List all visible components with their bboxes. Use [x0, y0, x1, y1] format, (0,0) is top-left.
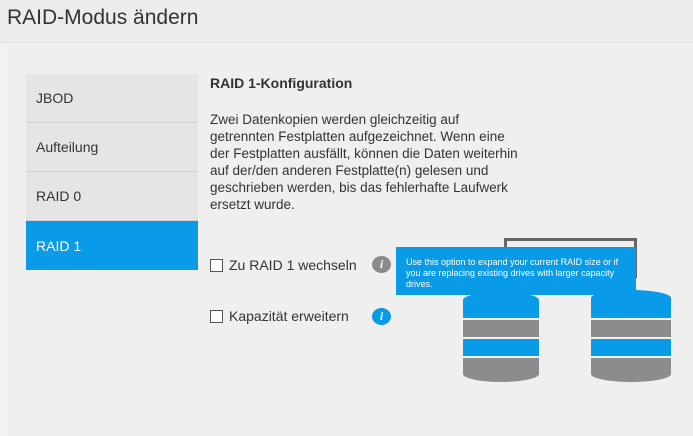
page-title: RAID-Modus ändern [7, 6, 199, 29]
switch-raid1-checkbox[interactable] [210, 258, 223, 272]
info-icon[interactable]: i [372, 256, 391, 273]
nav-item-jbod[interactable]: JBOD [26, 74, 198, 123]
nav-item-label: RAID 0 [36, 188, 82, 204]
config-description: Zwei Datenkopien werden gleichzeitig auf… [210, 112, 518, 212]
page-header: RAID-Modus ändern [0, 0, 693, 43]
option-expand-capacity: Kapazität erweitern [210, 308, 349, 324]
disk-stack-right [591, 290, 671, 382]
nav-item-raid0[interactable]: RAID 0 [26, 172, 198, 221]
raid-mode-nav: JBOD Aufteilung RAID 0 RAID 1 [26, 74, 198, 270]
config-title: RAID 1-Konfiguration [210, 75, 353, 91]
info-icon[interactable]: i [372, 308, 391, 325]
option-label: Zu RAID 1 wechseln [229, 257, 357, 273]
option-switch-raid1: Zu RAID 1 wechseln [210, 257, 357, 273]
nav-item-label: RAID 1 [36, 237, 82, 254]
nav-item-aufteilung[interactable]: Aufteilung [26, 123, 198, 172]
tooltip: Use this option to expand your current R… [396, 247, 636, 295]
nav-item-label: JBOD [36, 90, 74, 106]
expand-capacity-checkbox[interactable] [210, 309, 223, 323]
disk-stack-left [463, 292, 539, 382]
nav-item-label: Aufteilung [36, 139, 99, 155]
option-label: Kapazität erweitern [229, 308, 349, 324]
disk-illustration [463, 290, 671, 382]
nav-item-raid1[interactable]: RAID 1 [26, 221, 198, 270]
